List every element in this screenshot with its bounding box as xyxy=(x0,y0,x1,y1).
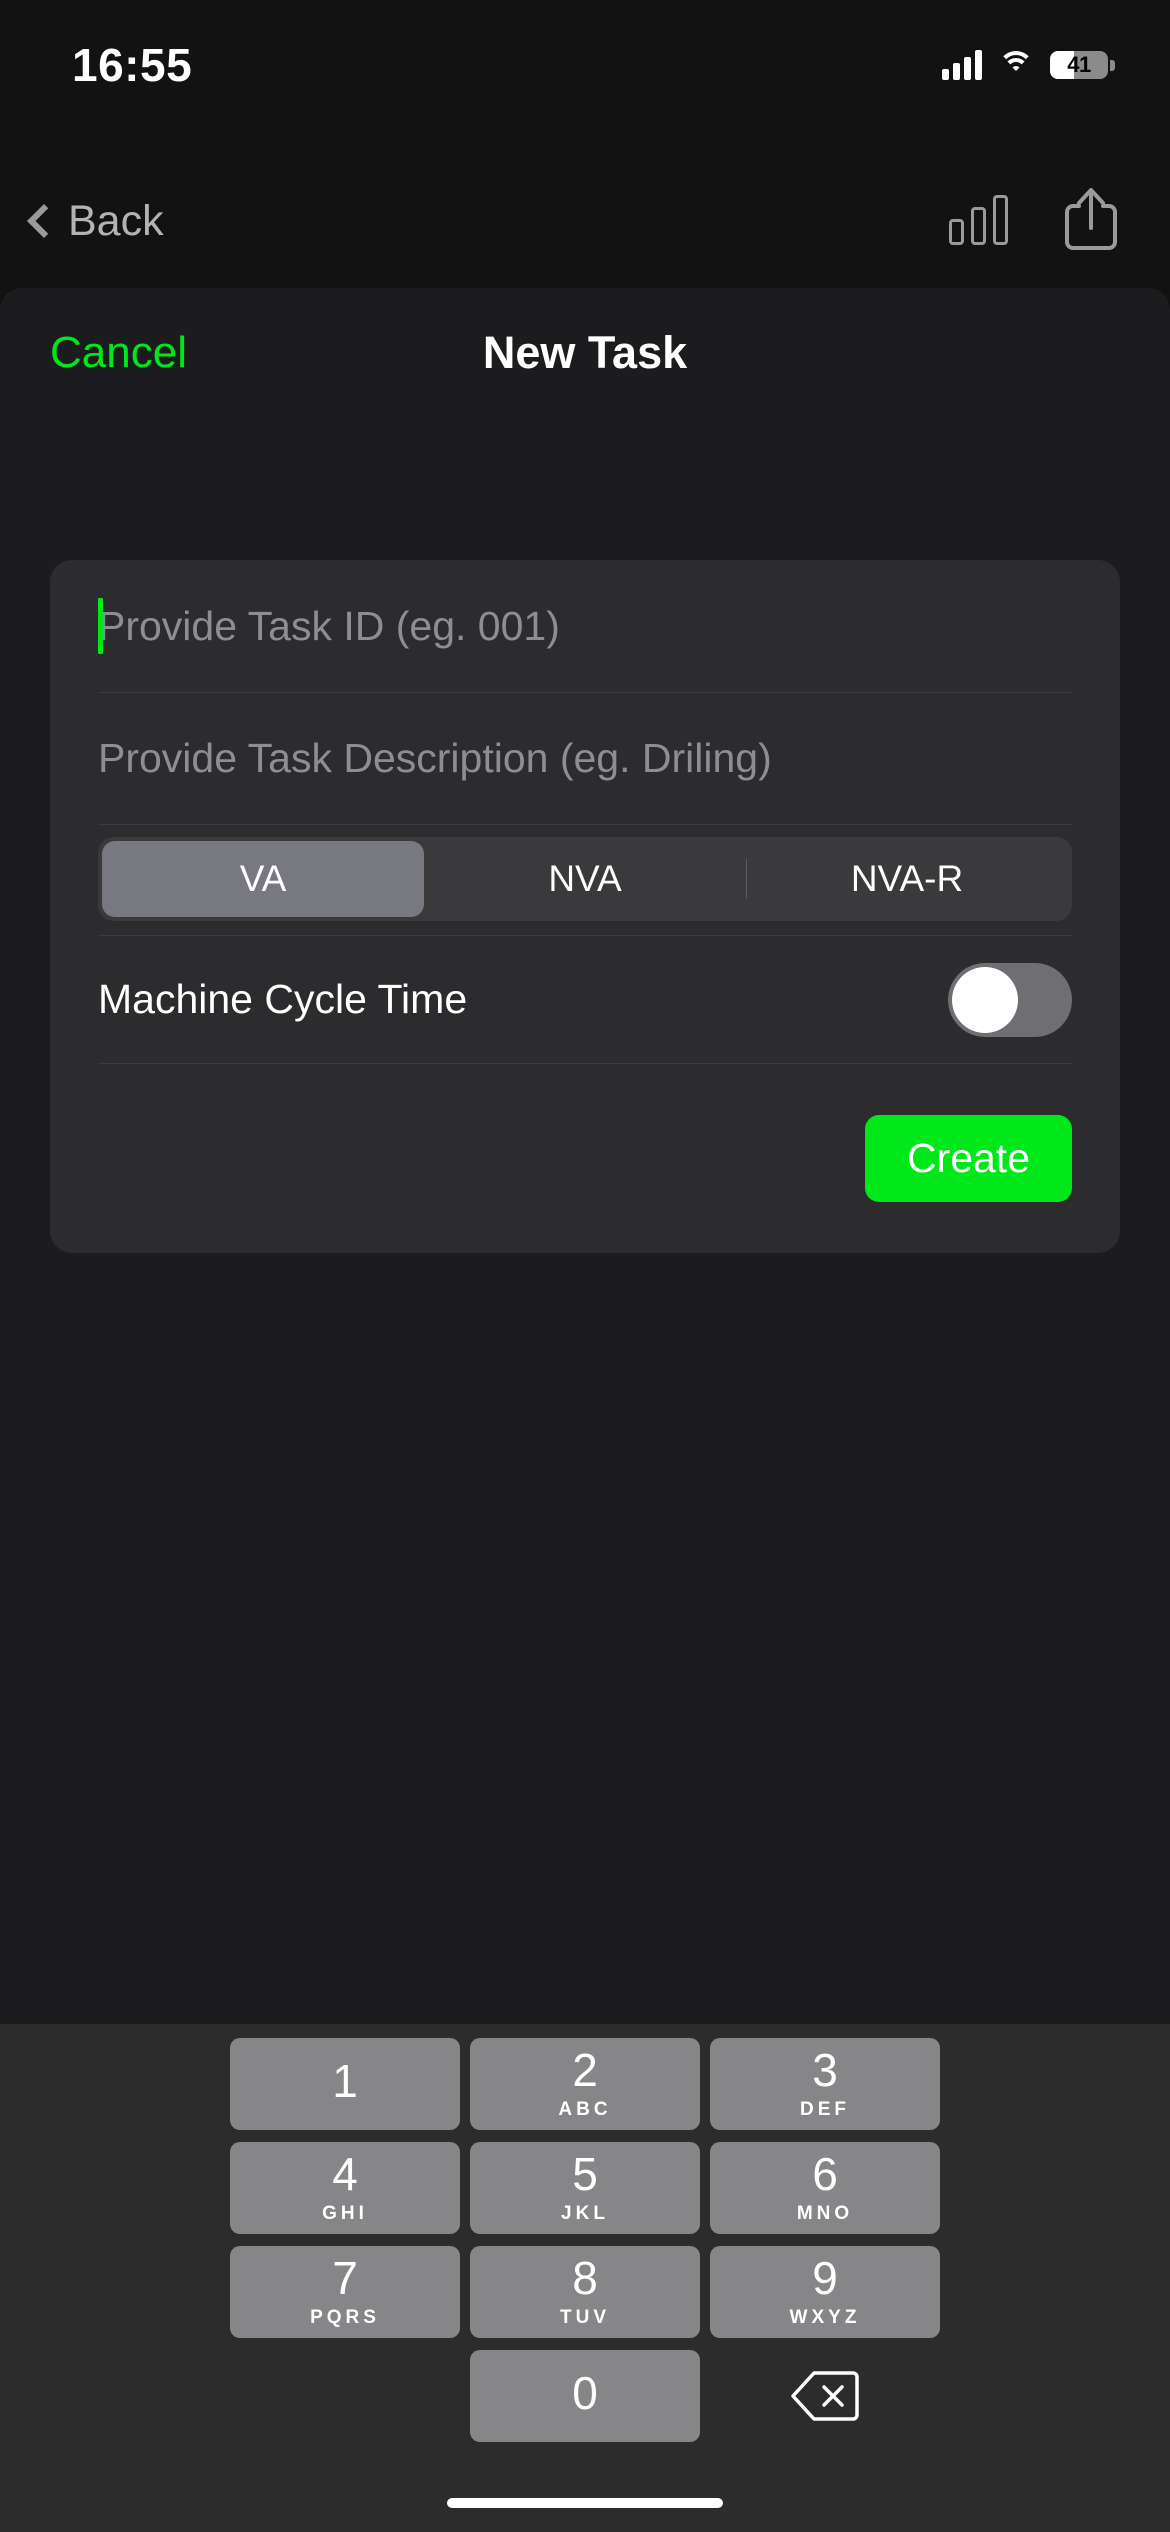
keypad-row: 1 2 ABC 3 DEF xyxy=(10,2038,1160,2130)
key-digit: 1 xyxy=(332,2055,358,2107)
status-indicators: 41 xyxy=(942,50,1115,80)
key-spacer-left xyxy=(230,2350,460,2442)
key-digit: 7 xyxy=(332,2252,358,2304)
bar-chart-icon[interactable] xyxy=(949,195,1008,245)
key-letters: PQRS xyxy=(310,2307,380,2328)
key-0[interactable]: 0 xyxy=(470,2350,700,2442)
chevron-left-icon xyxy=(27,204,61,238)
key-letters: ABC xyxy=(558,2099,612,2120)
machine-cycle-time-label: Machine Cycle Time xyxy=(98,976,468,1022)
key-letters: MNO xyxy=(796,2203,854,2224)
key-digit: 9 xyxy=(812,2252,838,2304)
nav-bar: Back xyxy=(0,166,1170,276)
cellular-signal-icon xyxy=(942,50,982,80)
machine-cycle-time-toggle[interactable] xyxy=(948,962,1072,1037)
battery-percent: 41 xyxy=(1067,52,1091,77)
back-button[interactable]: Back xyxy=(22,197,164,246)
keypad-row: 7 PQRS 8 TUV 9 WXYZ xyxy=(10,2246,1160,2338)
key-2[interactable]: 2 ABC xyxy=(470,2038,700,2130)
battery-cap xyxy=(1110,60,1115,71)
key-letters: JKL xyxy=(561,2203,609,2224)
segment-nva[interactable]: NVA xyxy=(424,841,746,917)
sheet-header: Cancel New Task xyxy=(0,288,1170,418)
key-1[interactable]: 1 xyxy=(230,2038,460,2130)
backspace-key[interactable] xyxy=(710,2350,940,2442)
key-7[interactable]: 7 PQRS xyxy=(230,2246,460,2338)
back-button-label: Back xyxy=(68,196,164,245)
key-4[interactable]: 4 GHI xyxy=(230,2142,460,2234)
key-5[interactable]: 5 JKL xyxy=(470,2142,700,2234)
key-digit: 0 xyxy=(572,2367,598,2419)
wifi-icon xyxy=(998,51,1034,79)
nav-bar-actions xyxy=(949,186,1118,257)
status-bar: 16:55 41 xyxy=(0,0,1170,116)
key-digit: 3 xyxy=(812,2044,838,2096)
battery-icon: 41 xyxy=(1050,51,1115,79)
create-button[interactable]: Create xyxy=(864,1115,1072,1202)
task-description-field[interactable]: Provide Task Description (eg. Driling) xyxy=(98,692,1072,824)
keypad-row: 0 xyxy=(10,2350,1160,2442)
segment-va[interactable]: VA xyxy=(102,841,424,917)
task-description-placeholder: Provide Task Description (eg. Driling) xyxy=(98,735,772,781)
task-id-placeholder: Provide Task ID (eg. 001) xyxy=(98,602,560,649)
key-letters: GHI xyxy=(322,2203,368,2224)
machine-cycle-time-row: Machine Cycle Time xyxy=(98,935,1072,1063)
home-indicator xyxy=(447,2498,723,2508)
new-task-form-card: Provide Task ID (eg. 001) Provide Task D… xyxy=(50,560,1120,1253)
backspace-icon xyxy=(790,2370,860,2422)
status-time: 16:55 xyxy=(72,39,193,91)
phone-screen: 16:55 41 Back Cancel New Task Provide Ta… xyxy=(0,0,1170,2532)
key-digit: 4 xyxy=(332,2148,358,2200)
key-letters: DEF xyxy=(800,2099,850,2120)
key-3[interactable]: 3 DEF xyxy=(710,2038,940,2130)
text-cursor xyxy=(98,598,103,654)
key-letters: WXYZ xyxy=(789,2307,861,2328)
share-icon[interactable] xyxy=(1064,186,1118,257)
cancel-button[interactable]: Cancel xyxy=(50,328,187,378)
task-type-segmented-control[interactable]: VA NVA NVA-R xyxy=(98,837,1072,921)
key-digit: 2 xyxy=(572,2044,598,2096)
numeric-keypad: 1 2 ABC 3 DEF 4 GHI 5 JKL 6 MNO 7 PQRS 8… xyxy=(0,2024,1170,2532)
key-letters: TUV xyxy=(560,2307,610,2328)
key-digit: 8 xyxy=(572,2252,598,2304)
task-id-field[interactable]: Provide Task ID (eg. 001) xyxy=(98,560,1072,692)
toggle-knob xyxy=(952,966,1018,1033)
key-9[interactable]: 9 WXYZ xyxy=(710,2246,940,2338)
keypad-row: 4 GHI 5 JKL 6 MNO xyxy=(10,2142,1160,2234)
key-digit: 6 xyxy=(812,2148,838,2200)
key-6[interactable]: 6 MNO xyxy=(710,2142,940,2234)
key-8[interactable]: 8 TUV xyxy=(470,2246,700,2338)
create-row: Create xyxy=(98,1063,1072,1253)
key-digit: 5 xyxy=(572,2148,598,2200)
task-type-segmented-wrapper: VA NVA NVA-R xyxy=(98,824,1072,935)
segment-nva-r[interactable]: NVA-R xyxy=(746,841,1068,917)
